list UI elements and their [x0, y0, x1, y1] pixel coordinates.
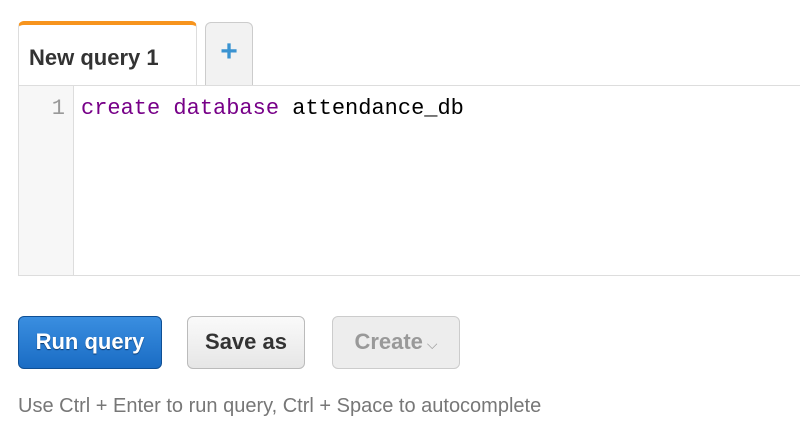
- save-as-button[interactable]: Save as: [187, 316, 305, 369]
- query-editor[interactable]: 1 create database attendance_db: [18, 85, 800, 276]
- identifier: attendance_db: [292, 96, 464, 121]
- tab-label: New query 1: [29, 45, 159, 70]
- create-dropdown-button[interactable]: Create ⌵: [332, 316, 460, 369]
- line-gutter: 1: [19, 86, 74, 275]
- keyword: create: [81, 96, 161, 121]
- add-tab-button[interactable]: +: [205, 22, 253, 85]
- line-number: 1: [51, 96, 65, 121]
- keyboard-hint: Use Ctrl + Enter to run query, Ctrl + Sp…: [18, 395, 542, 417]
- chevron-down-icon: ⌵: [426, 336, 438, 352]
- code-line[interactable]: create database attendance_db: [81, 96, 464, 121]
- plus-icon: +: [220, 35, 238, 68]
- create-label: Create: [354, 329, 423, 354]
- keyword: database: [173, 96, 280, 121]
- tab-new-query-1[interactable]: New query 1: [18, 21, 197, 85]
- run-query-button[interactable]: Run query: [18, 316, 162, 369]
